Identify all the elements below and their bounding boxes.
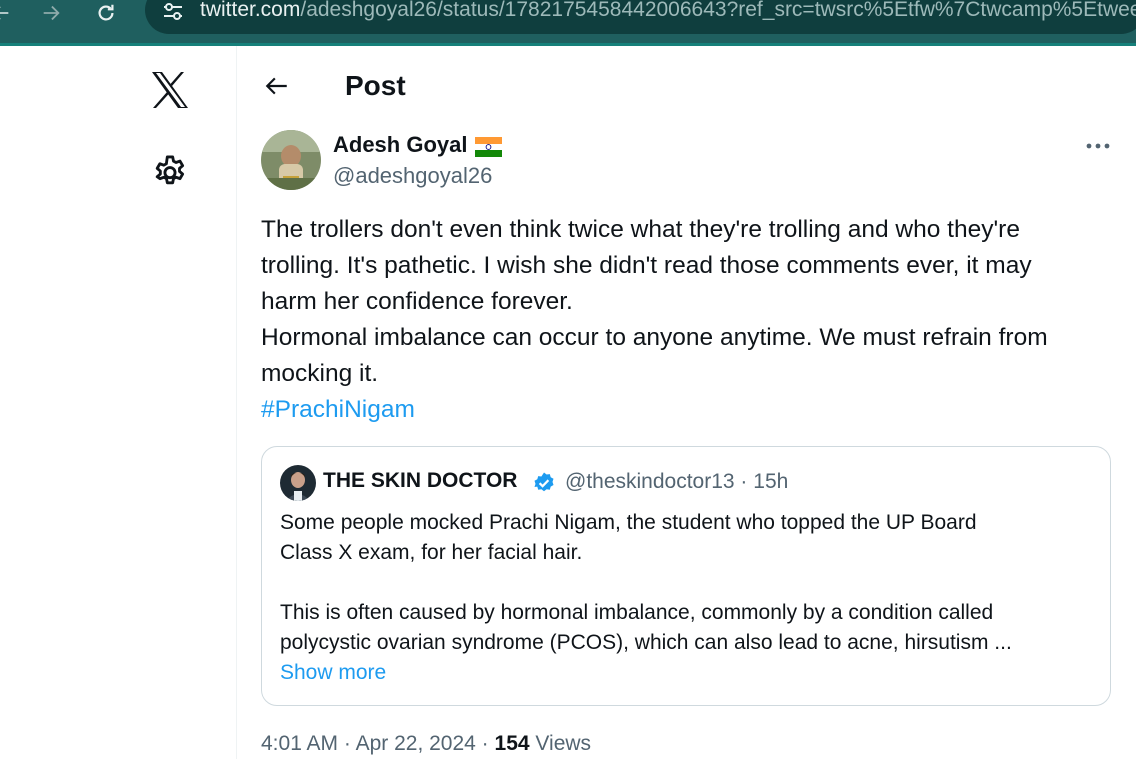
reload-icon	[98, 4, 114, 21]
back-arrow-icon	[265, 77, 287, 95]
quoted-line: Some people mocked Prachi Nigam, the stu…	[280, 511, 977, 534]
reload-button[interactable]	[91, 0, 121, 26]
tweet-line: trolling. It's pathetic. I wish she didn…	[261, 252, 1032, 279]
tweet-time[interactable]: 4:01 AM	[261, 732, 338, 755]
tweet-line: harm her confidence forever.	[261, 288, 573, 315]
avatar[interactable]	[261, 130, 321, 190]
show-more-link[interactable]: Show more	[280, 658, 1095, 688]
browser-toolbar: twitter.com/adeshgoyal26/status/17821754…	[0, 0, 1136, 46]
quoted-line: polycystic ovarian syndrome (PCOS), whic…	[280, 631, 1012, 654]
gear-icon	[155, 155, 185, 185]
page-title: Post	[345, 70, 406, 101]
site-info-button[interactable]	[160, 0, 186, 24]
more-options-button[interactable]	[1081, 136, 1115, 156]
quoted-author-name: THE SKIN DOCTOR	[323, 469, 518, 492]
back-button[interactable]	[261, 70, 293, 102]
author-name[interactable]: Adesh Goyal	[333, 132, 467, 158]
url-path: /adeshgoyal26/status/1782175458442006643…	[300, 0, 1136, 21]
quoted-tweet-card[interactable]: THE SKIN DOCTOR @theskindoctor13 · 15h S…	[261, 446, 1111, 706]
author-handle[interactable]: @adeshgoyal26	[333, 163, 492, 189]
quoted-body: Some people mocked Prachi Nigam, the stu…	[280, 508, 1095, 688]
tweet-date[interactable]: Apr 22, 2024	[356, 732, 476, 755]
quoted-avatar[interactable]	[280, 465, 316, 501]
views-label: Views	[535, 732, 592, 755]
forward-arrow-icon	[43, 5, 60, 21]
tweet-line: The trollers don't even think twice what…	[261, 216, 1020, 243]
quoted-meta: @theskindoctor13 · 15h	[565, 470, 789, 493]
x-logo-link[interactable]	[150, 70, 190, 110]
tweet-body: The trollers don't even think twice what…	[261, 212, 1121, 428]
url-domain: twitter.com	[200, 0, 301, 21]
back-arrow-icon	[0, 6, 9, 20]
settings-button[interactable]	[151, 153, 189, 191]
india-flag-icon	[475, 137, 502, 157]
tweet-line: Hormonal imbalance can occur to anyone a…	[261, 324, 1048, 351]
left-sidebar	[0, 46, 237, 759]
back-browser-button[interactable]	[0, 0, 16, 26]
main-column: Post Adesh Goyal @adeshgoyal26 The troll…	[237, 46, 1136, 759]
verified-badge-icon	[532, 471, 556, 495]
tweet-line: mocking it.	[261, 360, 379, 387]
more-dots-icon	[1086, 143, 1110, 149]
quoted-line: This is often caused by hormonal imbalan…	[280, 601, 994, 624]
views-count: 154	[494, 732, 530, 755]
quoted-line: Class X exam, for her facial hair.	[280, 541, 583, 564]
url-text[interactable]: twitter.com/adeshgoyal26/status/17821754…	[200, 0, 1136, 22]
tune-icon	[164, 3, 182, 20]
forward-browser-button[interactable]	[36, 0, 66, 26]
quoted-handle: @theskindoctor13	[565, 470, 735, 493]
hashtag-link[interactable]: #PrachiNigam	[261, 392, 1121, 428]
tweet-timestamp-views: 4:01 AM · Apr 22, 2024 · 154 Views	[261, 732, 592, 755]
x-logo-icon	[152, 72, 188, 108]
quoted-age: 15h	[753, 470, 789, 493]
